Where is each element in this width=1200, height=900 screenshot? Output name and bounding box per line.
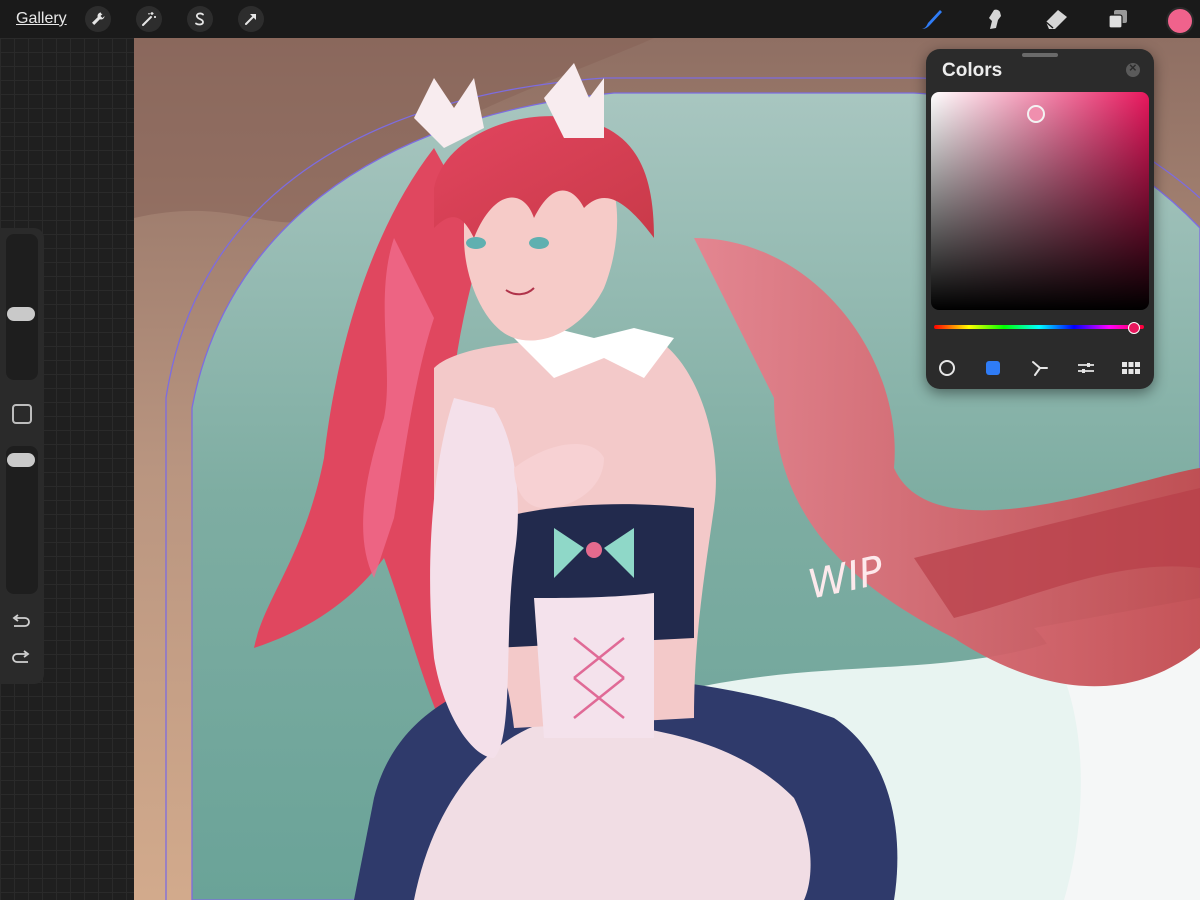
redo-icon (12, 650, 30, 663)
sidebar (0, 228, 44, 684)
transform-arrow-icon (245, 14, 256, 25)
disc-icon (939, 360, 955, 376)
actions-button[interactable] (85, 6, 111, 32)
modify-button[interactable] (12, 404, 32, 424)
opacity-slider[interactable] (6, 446, 38, 594)
wrench-icon (92, 12, 105, 25)
colors-panel: Colors (926, 49, 1154, 389)
panel-grabber[interactable] (1022, 53, 1058, 57)
undo-icon (12, 614, 30, 627)
redo-button[interactable] (10, 650, 32, 668)
current-color-swatch[interactable] (1166, 7, 1194, 35)
classic-icon (986, 361, 1000, 375)
opacity-thumb[interactable] (7, 453, 35, 467)
selection-icon (195, 12, 204, 26)
magic-wand-icon (142, 12, 156, 26)
top-toolbar: Gallery (0, 0, 1200, 38)
value-icon (1078, 363, 1094, 373)
brush-button[interactable] (917, 6, 945, 32)
eraser-icon (1045, 10, 1067, 29)
color-picker-handle[interactable] (1027, 105, 1045, 123)
harmony-icon (1032, 361, 1048, 376)
mode-harmony-button[interactable] (1029, 359, 1051, 377)
eraser-button[interactable] (1042, 6, 1070, 32)
palettes-icon (1122, 362, 1140, 374)
smudge-button[interactable] (980, 6, 1008, 32)
gallery-button[interactable]: Gallery (16, 10, 67, 28)
saturation-brightness-picker[interactable] (931, 92, 1149, 310)
mode-value-button[interactable] (1075, 359, 1097, 377)
hue-slider[interactable] (934, 325, 1144, 329)
selection-button[interactable] (187, 6, 213, 32)
brush-size-thumb[interactable] (7, 307, 35, 321)
undo-button[interactable] (10, 614, 32, 632)
close-icon[interactable] (1126, 60, 1140, 77)
mode-classic-button[interactable] (982, 359, 1004, 377)
brush-size-slider[interactable] (6, 234, 38, 380)
transform-button[interactable] (238, 6, 264, 32)
brush-icon (922, 10, 942, 29)
mode-palettes-button[interactable] (1120, 359, 1142, 377)
smudge-icon (989, 9, 1001, 29)
adjustments-button[interactable] (136, 6, 162, 32)
layers-button[interactable] (1104, 6, 1132, 32)
layers-icon (1108, 10, 1127, 29)
hue-slider-thumb[interactable] (1128, 322, 1140, 334)
mode-disc-button[interactable] (936, 359, 958, 377)
colors-panel-title: Colors (942, 60, 1003, 81)
